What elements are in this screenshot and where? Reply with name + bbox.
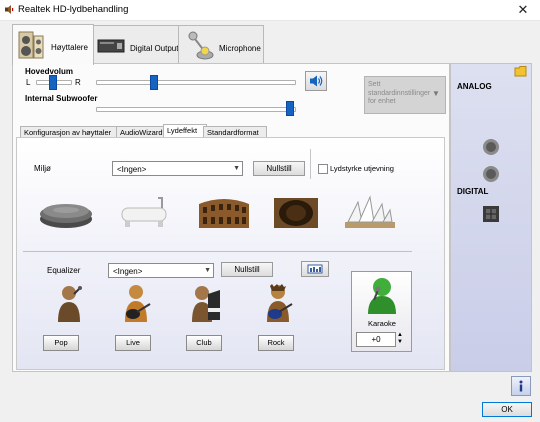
- env-bathroom-icon[interactable]: [116, 192, 172, 232]
- karaoke-box: Karaoke +0 ▲ ▼: [351, 271, 412, 352]
- tab-label: Digital Output: [130, 44, 179, 53]
- analog-label: ANALOG: [457, 82, 492, 91]
- digital-label: DIGITAL: [457, 187, 489, 196]
- tab-speakers[interactable]: Høyttalere: [12, 24, 94, 65]
- folder-icon[interactable]: [514, 65, 528, 77]
- chevron-down-icon: ▼: [204, 267, 211, 274]
- env-opera-house-icon[interactable]: [342, 192, 398, 232]
- environment-value: <Ingen>: [117, 165, 147, 174]
- mute-button[interactable]: [305, 71, 327, 91]
- tab-label: Høyttalere: [51, 43, 88, 52]
- balance-right-label: R: [75, 78, 81, 87]
- microphone-icon: [188, 31, 214, 60]
- loudness-label: Lydstyrke utjevning: [330, 164, 394, 173]
- speaker-icon: [18, 31, 44, 59]
- subwoofer-slider-thumb[interactable]: [286, 101, 294, 116]
- equalizer-reset-button[interactable]: Nullstill: [221, 262, 273, 277]
- info-button[interactable]: [511, 376, 531, 396]
- digital-port-icon[interactable]: [482, 205, 500, 223]
- ok-button[interactable]: OK: [482, 402, 532, 417]
- info-icon: [519, 380, 523, 392]
- equalizer-label: Equalizer: [47, 266, 81, 275]
- loudness-checkbox[interactable]: [318, 164, 328, 174]
- pop-singer-icon[interactable]: [54, 284, 86, 324]
- balance-slider-thumb[interactable]: [49, 75, 57, 90]
- balance-left-label: L: [26, 78, 31, 87]
- spinner-up-icon[interactable]: ▲: [395, 332, 405, 338]
- env-sewer-pipe-icon[interactable]: [268, 192, 324, 232]
- subwoofer-slider-track: [96, 107, 296, 112]
- default-device-button[interactable]: Sett standardinnstillinger for enhet ▼: [364, 76, 446, 114]
- tab-microphone[interactable]: Microphone: [178, 25, 264, 64]
- volume-slider-track: [96, 80, 296, 85]
- environment-reset-button[interactable]: Nullstill: [253, 161, 305, 176]
- env-stone-room-icon[interactable]: [38, 192, 94, 232]
- volume-slider-thumb[interactable]: [150, 75, 158, 90]
- graphic-equalizer-button[interactable]: [301, 261, 329, 277]
- close-button[interactable]: ✕: [506, 0, 540, 20]
- equalizer-select[interactable]: <Ingen> ▼: [108, 263, 214, 278]
- speaker-app-icon: [5, 5, 14, 14]
- speaker-volume-icon: [310, 75, 323, 87]
- live-guitarist-icon[interactable]: [120, 284, 152, 324]
- spinner-down-icon[interactable]: ▼: [395, 339, 405, 345]
- default-device-label: Sett standardinnstillinger for enhet: [368, 81, 431, 105]
- subwoofer-label: Internal Subwoofer: [25, 94, 98, 103]
- jack-port-icon[interactable]: [480, 165, 502, 183]
- equalizer-icon: [307, 264, 323, 274]
- club-pianist-icon[interactable]: [190, 284, 222, 324]
- pop-button[interactable]: Pop: [43, 335, 79, 351]
- tab-label: Microphone: [219, 44, 261, 53]
- live-button[interactable]: Live: [115, 335, 151, 351]
- chevron-down-icon: ▼: [233, 165, 240, 172]
- karaoke-label: Karaoke: [368, 319, 396, 328]
- dropdown-arrow-icon: ▼: [432, 89, 440, 98]
- karaoke-icon: [368, 278, 396, 314]
- environment-select[interactable]: <Ingen> ▼: [112, 161, 243, 176]
- window-title: Realtek HD-lydbehandling: [18, 4, 129, 15]
- tab-digital-output[interactable]: Digital Output: [92, 25, 180, 64]
- equalizer-value: <Ingen>: [113, 267, 143, 276]
- club-button[interactable]: Club: [186, 335, 222, 351]
- digital-output-icon: [97, 39, 125, 53]
- karaoke-value-field[interactable]: +0: [356, 332, 396, 347]
- title-bar: Realtek HD-lydbehandling ✕: [0, 0, 540, 21]
- env-colosseum-icon[interactable]: [196, 192, 252, 232]
- tab-sound-effects[interactable]: Lydeffekt: [163, 124, 207, 138]
- rock-guitarist-icon[interactable]: [262, 284, 294, 324]
- jack-port-icon[interactable]: [480, 138, 502, 156]
- divider: [310, 149, 311, 179]
- rock-button[interactable]: Rock: [258, 335, 294, 351]
- environment-label: Miljø: [34, 164, 51, 173]
- section-divider: [23, 251, 412, 252]
